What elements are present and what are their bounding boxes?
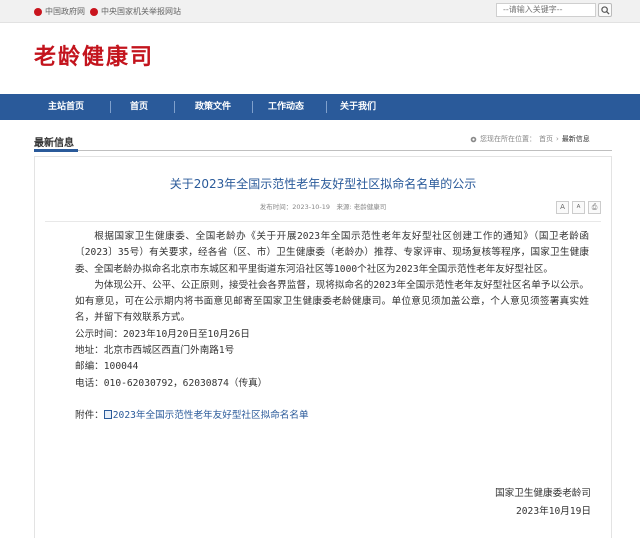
gov-portal-link[interactable]: 中国政府网 (34, 6, 85, 17)
contact-address: 地址：北京市西城区西直门外南路1号 (75, 345, 235, 357)
nav-item-about[interactable]: 关于我们 (340, 94, 376, 120)
report-site-link[interactable]: 中央国家机关举报网站 (90, 6, 181, 17)
breadcrumb: 您现在所在位置： 首页 › 最新信息 (470, 134, 590, 144)
nav-item-home[interactable]: 首页 (130, 94, 148, 120)
attachment-row: 附件： 2023年全国示范性老年友好型社区拟命名名单 (75, 408, 589, 424)
top-utility-bar: 中国政府网 中央国家机关举报网站 (0, 0, 640, 23)
article-title: 关于2023年全国示范性老年友好型社区拟命名名单的公示 (169, 177, 477, 191)
attachment-label: 附件： (75, 409, 104, 421)
search-icon (600, 5, 610, 15)
section-divider (34, 150, 612, 151)
report-site-label: 中央国家机关举报网站 (101, 7, 181, 16)
print-icon: ⎙ (591, 203, 598, 211)
publicity-period: 公示时间：2023年10月20日至10月26日 (75, 328, 250, 340)
signature-block: 国家卫生健康委老龄司 2023年10月19日 (495, 485, 591, 521)
report-emblem-icon (90, 7, 98, 16)
print-button[interactable]: ⎙ (588, 201, 601, 214)
main-nav: 主站首页 首页 政策文件 工作动态 关于我们 (0, 94, 640, 120)
breadcrumb-arrow-icon: › (556, 135, 559, 143)
section-accent-bar (34, 149, 78, 152)
article-tools: A A ⎙ (556, 201, 601, 214)
contact-postcode: 邮编：100044 (75, 361, 139, 373)
font-increase-button[interactable]: A (556, 201, 569, 214)
contact-phone: 电话：010-62030792，62030874（传真） (75, 377, 268, 389)
article-body: 根据国家卫生健康委、全国老龄办《关于开展2023年全国示范性老年友好型社区创建工… (75, 229, 589, 424)
nav-item-main-site[interactable]: 主站首页 (48, 94, 84, 120)
site-logo[interactable]: 老龄健康司 (34, 39, 154, 71)
meta-divider (45, 221, 601, 222)
document-icon (103, 409, 112, 419)
article-paragraph: 根据国家卫生健康委、全国老龄办《关于开展2023年全国示范性老年友好型社区创建工… (75, 231, 589, 275)
nav-item-policy[interactable]: 政策文件 (195, 94, 231, 120)
article-card: 关于2023年全国示范性老年友好型社区拟命名名单的公示 发布时间：2023-10… (34, 156, 612, 538)
search-input[interactable] (496, 3, 596, 17)
gov-portal-label: 中国政府网 (45, 7, 85, 16)
font-large-icon: A (560, 203, 565, 211)
nav-divider (174, 101, 175, 113)
breadcrumb-current[interactable]: 最新信息 (562, 134, 590, 144)
search-button[interactable] (598, 3, 612, 17)
site-header: 老龄健康司 (0, 23, 640, 94)
font-small-icon: A (576, 204, 581, 210)
signature-org: 国家卫生健康委老龄司 (495, 488, 591, 499)
article-paragraph: 为体现公开、公平、公正原则，接受社会各界监督，现将拟命名的2023年全国示范性老… (75, 279, 589, 324)
location-icon (470, 136, 477, 142)
nav-divider (110, 101, 111, 113)
section-title: 最新信息 (34, 138, 74, 149)
font-decrease-button[interactable]: A (572, 201, 585, 214)
article-meta: 发布时间：2023-10-19 来源: 老龄健康司 (259, 203, 387, 211)
signature-date: 2023年10月19日 (516, 506, 591, 517)
nav-divider (252, 101, 253, 113)
nav-divider (326, 101, 327, 113)
breadcrumb-home[interactable]: 首页 (539, 134, 553, 144)
nav-item-work-news[interactable]: 工作动态 (268, 94, 304, 120)
attachment-link[interactable]: 2023年全国示范性老年友好型社区拟命名名单 (113, 410, 309, 421)
national-emblem-icon (34, 7, 42, 16)
breadcrumb-prefix: 您现在所在位置： (480, 135, 536, 143)
